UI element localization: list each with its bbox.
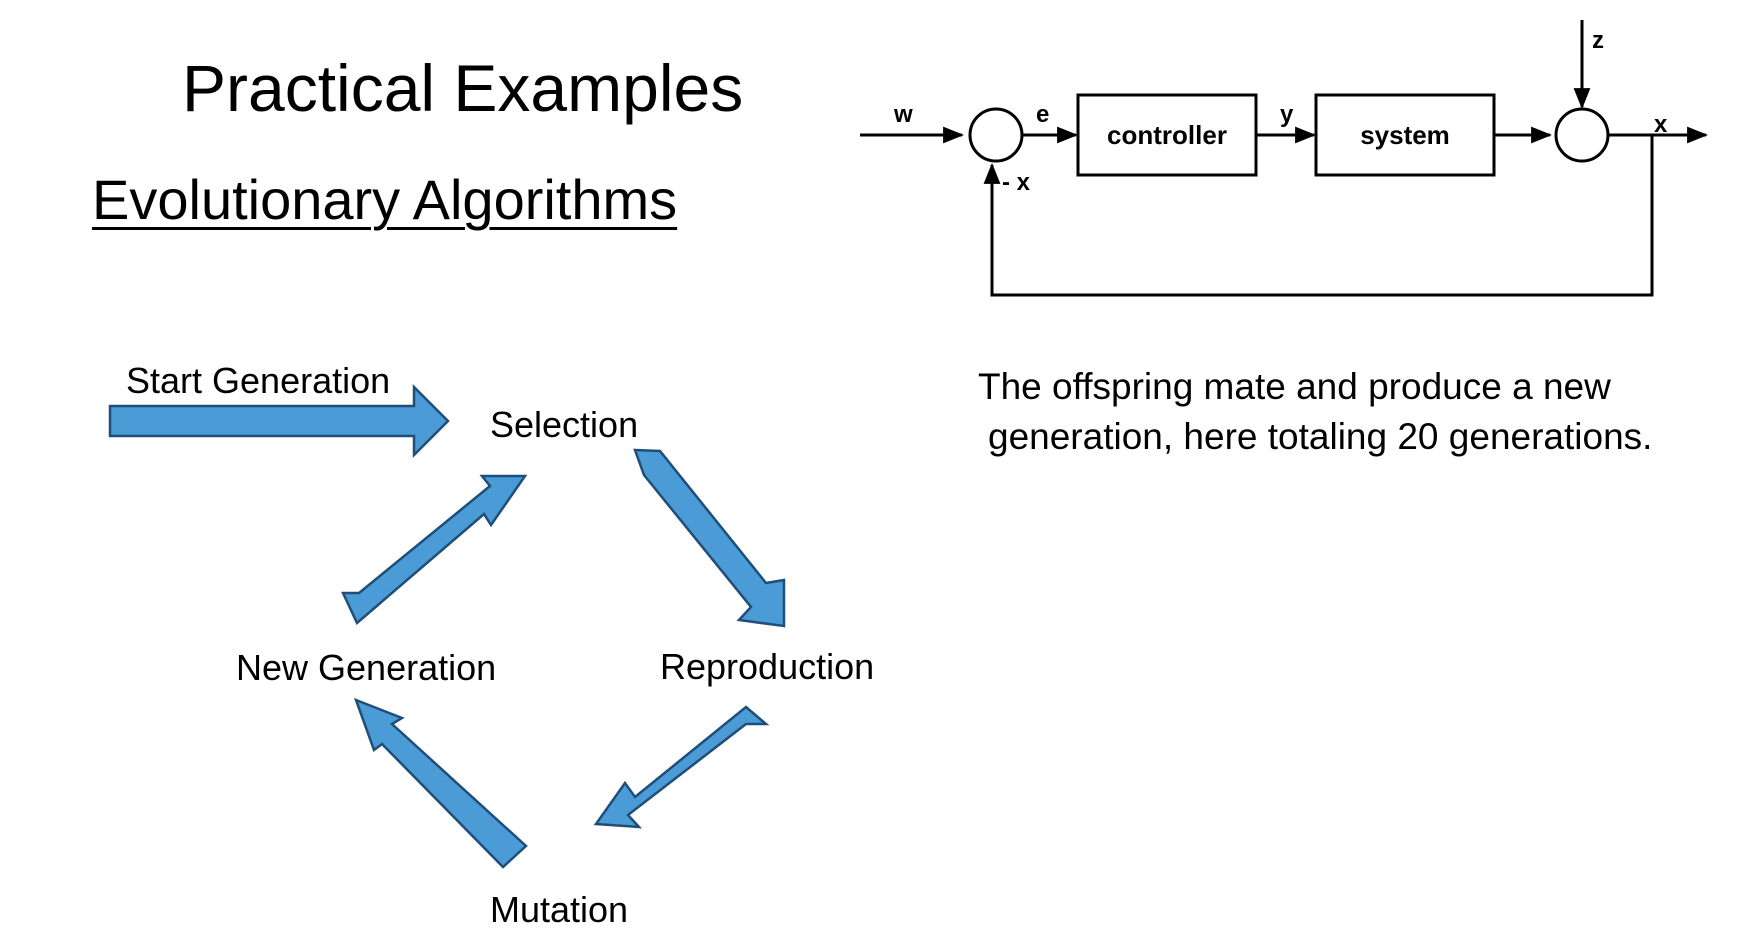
new-generation-label: New Generation [236, 647, 496, 688]
control-loop-diagram: controller system w e y z x - x [860, 20, 1709, 297]
feedback-signal-label: - x [1002, 169, 1031, 196]
controller-label: controller [1107, 120, 1227, 150]
signal-x-label: x [1654, 111, 1668, 138]
reproduction-to-mutation-arrow [593, 705, 770, 829]
summing-junction-1 [968, 107, 1024, 163]
start-generation-label: Start Generation [126, 360, 390, 401]
summing-junction-2 [1554, 107, 1610, 163]
diagram-canvas: Start Generation Selection Reproduction … [108, 20, 1709, 930]
selection-to-reproduction-arrow [633, 448, 786, 628]
mutation-label: Mutation [490, 889, 628, 930]
selection-label: Selection [490, 404, 638, 445]
signal-y-label: y [1280, 101, 1294, 128]
mutation-to-new-generation-arrow [353, 697, 528, 869]
signal-e-label: e [1036, 101, 1049, 128]
evolution-cycle: Start Generation Selection Reproduction … [108, 360, 874, 930]
signal-w-label: w [893, 101, 913, 128]
system-label: system [1360, 120, 1450, 150]
reproduction-label: Reproduction [660, 646, 874, 687]
signal-z-label: z [1592, 27, 1604, 54]
new-generation-to-selection-arrow [341, 474, 528, 626]
